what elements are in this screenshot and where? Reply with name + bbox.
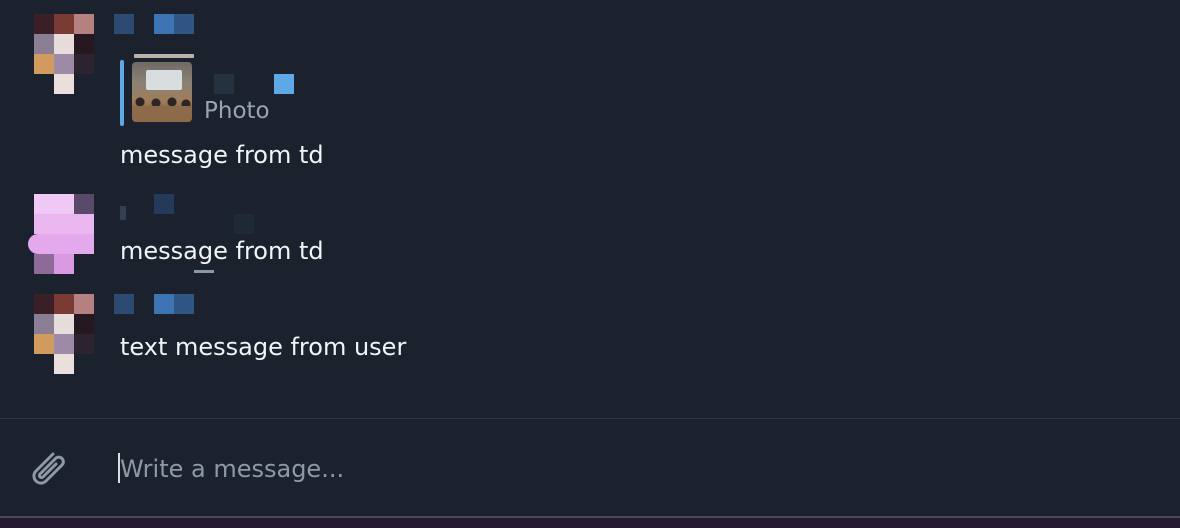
reply-bar (120, 60, 124, 126)
text-cursor (118, 453, 120, 483)
avatar[interactable] (34, 294, 100, 374)
message-input[interactable] (118, 447, 1160, 491)
message-composer (0, 418, 1180, 519)
paperclip-icon[interactable] (22, 443, 72, 493)
message-text: message from td (120, 141, 324, 169)
avatar[interactable] (34, 14, 100, 94)
message-text: text message from user (120, 333, 407, 361)
sender-name[interactable] (114, 14, 194, 34)
typing-indicator (194, 270, 214, 273)
reply-photo-edge (134, 54, 194, 58)
avatar[interactable] (28, 194, 94, 274)
reply-sender-block (274, 74, 294, 94)
sender-name[interactable] (120, 194, 260, 234)
reply-photo-thumbnail[interactable] (132, 62, 192, 122)
reply-sender-block (214, 74, 234, 94)
message-text: message from td (120, 237, 324, 265)
message-list: Photo message from td message from td te… (0, 0, 1180, 418)
window-bottom-edge (0, 516, 1180, 528)
sender-name[interactable] (114, 294, 194, 314)
reply-preview-label: Photo (204, 98, 270, 124)
